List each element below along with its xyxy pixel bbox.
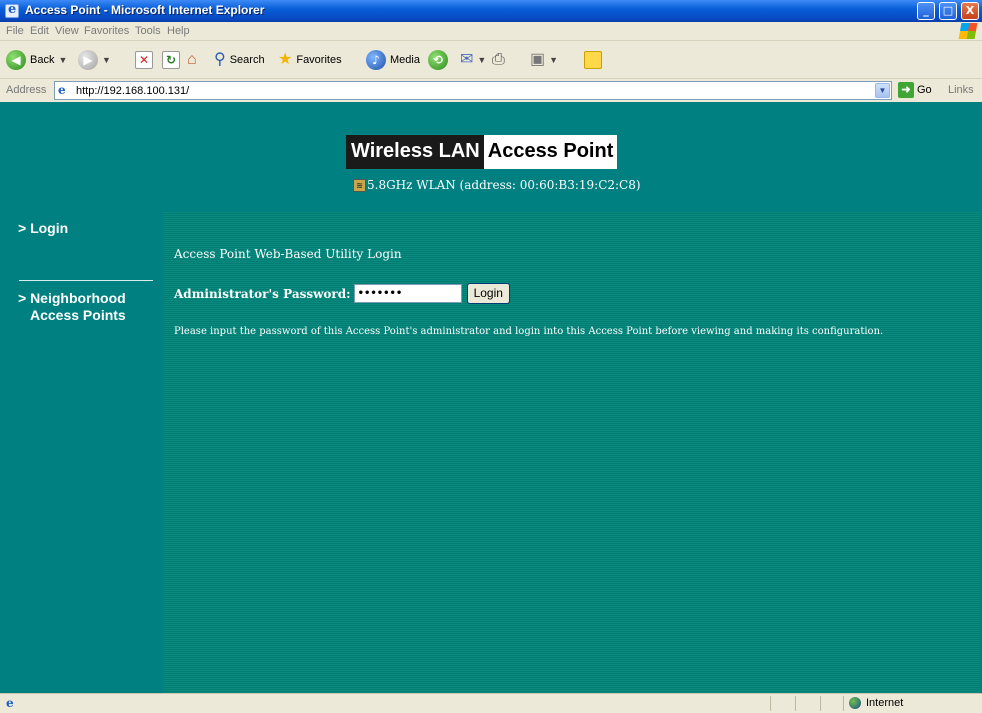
password-row: Administrator's Password: ••••••• Login bbox=[174, 283, 510, 304]
close-button[interactable]: X bbox=[961, 2, 979, 20]
go-arrow-icon: ➜ bbox=[898, 82, 914, 98]
address-input[interactable]: e http://192.168.100.131/ ▼ bbox=[54, 81, 892, 100]
media-icon: ♪ bbox=[366, 50, 386, 70]
status-page-icon: e bbox=[6, 696, 14, 710]
maximize-button[interactable]: □ bbox=[939, 2, 957, 20]
stop-button[interactable]: ✕ bbox=[135, 49, 153, 71]
page-content: Wireless LAN Access Point ≋ 5.8GHz WLAN … bbox=[0, 102, 982, 693]
print-icon: ⎙ bbox=[492, 51, 505, 68]
back-arrow-icon: ◀ bbox=[6, 50, 26, 70]
login-panel: Access Point Web-Based Utility Login Adm… bbox=[163, 212, 980, 693]
history-button[interactable]: ⟲ bbox=[428, 49, 448, 71]
password-field[interactable]: ••••••• bbox=[353, 284, 462, 303]
sidebar: > Login > Neighborhood Access Points bbox=[8, 102, 163, 693]
status-divider bbox=[795, 696, 796, 711]
toolbar: ◀ Back ▼ ▶ ▼ ✕ ↻ ⌂ ⚲ Search ★ Favorites … bbox=[0, 41, 982, 79]
utility-title: Access Point Web-Based Utility Login bbox=[174, 247, 402, 261]
ie-icon bbox=[5, 2, 19, 18]
device-address-text: 5.8GHz WLAN (address: 00:60:B3:19:C2:C8) bbox=[367, 178, 641, 192]
forward-button[interactable]: ▶ ▼ bbox=[78, 49, 111, 71]
search-button[interactable]: ⚲ Search bbox=[214, 49, 265, 71]
links-button[interactable]: Links bbox=[948, 84, 974, 96]
nav-login[interactable]: > Login bbox=[18, 220, 68, 237]
messenger-button[interactable] bbox=[584, 49, 602, 71]
media-button[interactable]: ♪ Media bbox=[366, 49, 420, 71]
window-title: Access Point - Microsoft Internet Explor… bbox=[25, 3, 265, 17]
edit-button[interactable]: ▣ ▼ bbox=[530, 49, 558, 71]
address-url[interactable]: http://192.168.100.131/ bbox=[76, 85, 189, 97]
banner-access-point: Access Point bbox=[483, 135, 618, 169]
print-button[interactable]: ⎙ bbox=[492, 49, 505, 71]
login-button[interactable]: Login bbox=[466, 283, 510, 304]
search-label: Search bbox=[229, 54, 265, 66]
mail-dropdown-icon[interactable]: ▼ bbox=[477, 55, 486, 65]
home-icon: ⌂ bbox=[187, 51, 197, 68]
menu-view[interactable]: View bbox=[55, 25, 79, 37]
search-icon: ⚲ bbox=[214, 51, 226, 68]
stop-icon: ✕ bbox=[135, 51, 153, 69]
forward-arrow-icon: ▶ bbox=[78, 50, 98, 70]
nav-neighborhood-line2[interactable]: Access Points bbox=[30, 307, 126, 324]
favorites-label: Favorites bbox=[296, 54, 342, 66]
security-zone: Internet bbox=[849, 697, 903, 709]
menu-tools[interactable]: Tools bbox=[135, 25, 161, 37]
note-icon bbox=[584, 51, 602, 69]
menu-bar: File Edit View Favorites Tools Help bbox=[0, 22, 982, 41]
edit-dropdown-icon[interactable]: ▼ bbox=[549, 55, 558, 65]
title-bar: Access Point - Microsoft Internet Explor… bbox=[0, 0, 982, 22]
internet-globe-icon bbox=[849, 697, 861, 709]
address-dropdown-icon[interactable]: ▼ bbox=[875, 83, 890, 98]
zone-label: Internet bbox=[866, 697, 904, 709]
menu-edit[interactable]: Edit bbox=[30, 25, 49, 37]
back-button[interactable]: ◀ Back ▼ bbox=[6, 49, 67, 71]
banner-wireless-lan: Wireless LAN bbox=[346, 135, 484, 169]
back-dropdown-icon[interactable]: ▼ bbox=[58, 55, 67, 65]
go-button[interactable]: ➜ Go bbox=[898, 82, 932, 98]
menu-file[interactable]: File bbox=[6, 25, 24, 37]
media-label: Media bbox=[390, 54, 420, 66]
favorites-star-icon: ★ bbox=[278, 51, 293, 68]
refresh-icon: ↻ bbox=[162, 51, 180, 69]
windows-logo-icon bbox=[958, 23, 978, 39]
forward-dropdown-icon[interactable]: ▼ bbox=[102, 55, 111, 65]
minimize-button[interactable]: _ bbox=[917, 2, 935, 20]
history-icon: ⟲ bbox=[428, 50, 448, 70]
address-label: Address bbox=[6, 84, 47, 96]
menu-help[interactable]: Help bbox=[167, 25, 190, 37]
favorites-button[interactable]: ★ Favorites bbox=[278, 49, 342, 71]
back-label: Back bbox=[30, 54, 55, 66]
mail-button[interactable]: ✉ ▼ bbox=[460, 49, 486, 71]
go-label: Go bbox=[917, 84, 932, 96]
status-divider bbox=[820, 696, 821, 711]
wlan-card-icon: ≋ bbox=[353, 178, 366, 192]
page-banner: Wireless LAN Access Point bbox=[346, 135, 618, 169]
login-instructions: Please input the password of this Access… bbox=[174, 326, 884, 337]
menu-favorites[interactable]: Favorites bbox=[84, 25, 129, 37]
page-icon: e bbox=[58, 83, 66, 97]
address-bar: Address e http://192.168.100.131/ ▼ ➜ Go… bbox=[0, 80, 982, 102]
nav-neighborhood[interactable]: > Neighborhood bbox=[18, 290, 126, 307]
home-button[interactable]: ⌂ bbox=[187, 49, 197, 71]
status-divider bbox=[770, 696, 771, 711]
refresh-button[interactable]: ↻ bbox=[162, 49, 180, 71]
edit-icon: ▣ bbox=[530, 51, 546, 68]
mail-icon: ✉ bbox=[460, 51, 474, 68]
status-divider bbox=[843, 696, 844, 711]
device-subtitle: ≋ 5.8GHz WLAN (address: 00:60:B3:19:C2:C… bbox=[353, 178, 641, 192]
password-label: Administrator's Password: bbox=[174, 286, 351, 301]
nav-divider bbox=[19, 280, 153, 281]
status-bar: e Internet bbox=[0, 693, 982, 713]
